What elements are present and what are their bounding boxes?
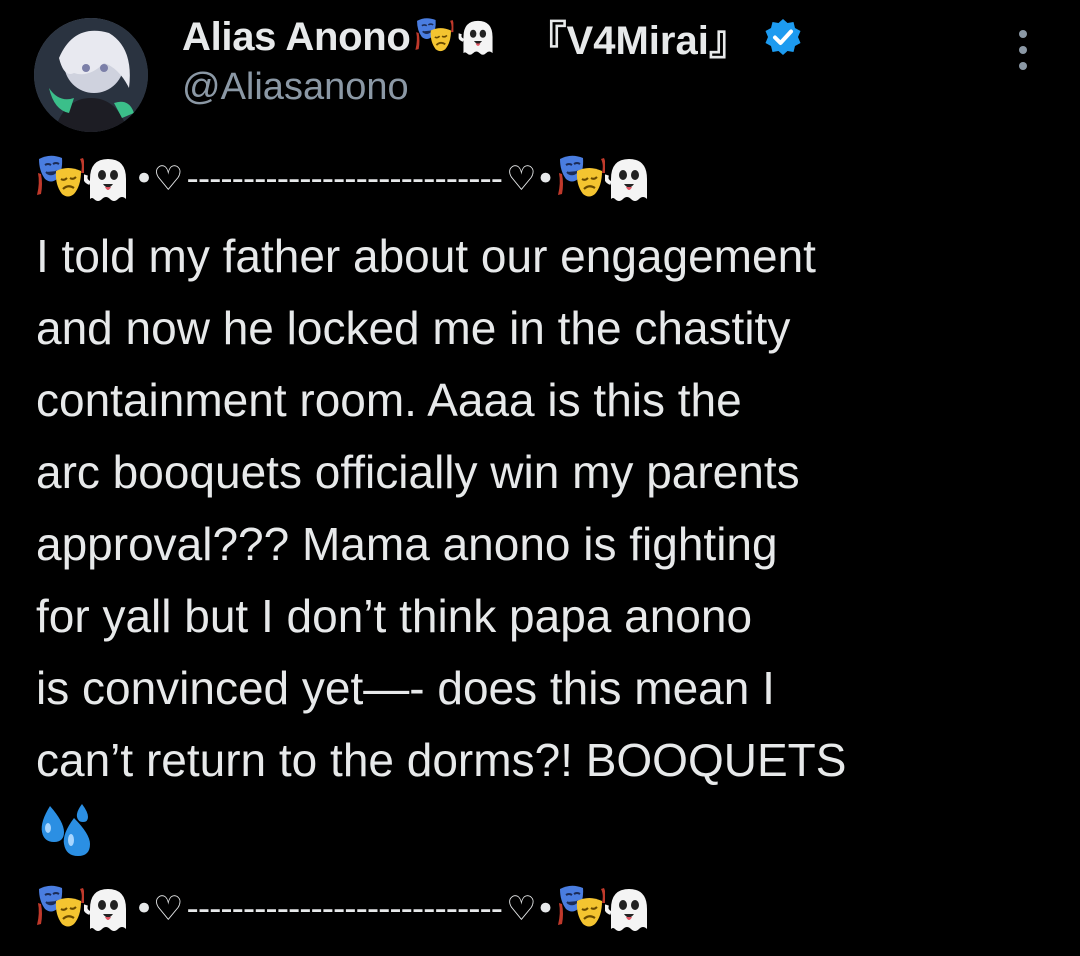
post-text-line: arc booquets officially win my parents (36, 446, 800, 498)
decorative-divider-top: •♡ ---------------------------- ♡• (36, 150, 653, 208)
post-text-line: containment room. Aaaa is this the (36, 374, 742, 426)
post-text-line: for yall but I don’t think papa anono (36, 590, 753, 642)
performing-arts-emoji (413, 16, 455, 58)
post-text-line: and now he locked me in the chastity (36, 302, 791, 354)
ghost-emoji (457, 16, 499, 58)
post-text: I told my father about our engagement an… (36, 220, 1046, 796)
divider-left-separator: •♡ (134, 159, 184, 199)
decorative-divider-bottom: •♡ ---------------------------- ♡• (36, 880, 653, 938)
ghost-emoji (605, 153, 653, 205)
sweat-droplets-emoji (36, 802, 96, 860)
post-text-line: approval??? Mama anono is fighting (36, 518, 778, 570)
performing-arts-emoji (557, 153, 605, 205)
divider-right-separator: ♡• (506, 159, 556, 199)
ghost-emoji (605, 883, 653, 935)
divider-left-separator: •♡ (134, 889, 184, 929)
performing-arts-emoji (557, 883, 605, 935)
post-text-line: can’t return to the dorms?! BOOQUETS (36, 734, 847, 786)
more-options-button[interactable] (1008, 30, 1038, 70)
post-text-line: I told my father about our engagement (36, 230, 816, 282)
more-dot (1019, 30, 1027, 38)
avatar-image (34, 18, 148, 132)
divider-dashes: ---------------------------- (186, 889, 504, 929)
name-row[interactable]: Alias Anono 『V4Mirai』 (182, 12, 803, 63)
author-handle[interactable]: @Aliasanono (182, 66, 409, 109)
verified-badge-icon[interactable] (763, 17, 803, 57)
ghost-emoji (84, 883, 132, 935)
display-name[interactable]: Alias Anono (182, 15, 411, 60)
avatar[interactable] (34, 18, 148, 132)
name-tag: 『V4Mirai』 (526, 19, 749, 63)
post-header: Alias Anono 『V4Mirai』 @Aliasanono (0, 0, 1080, 140)
performing-arts-emoji (36, 153, 84, 205)
more-dot (1019, 62, 1027, 70)
post-text-line: is convinced yet—- does this mean I (36, 662, 775, 714)
more-dot (1019, 46, 1027, 54)
performing-arts-emoji (36, 883, 84, 935)
ghost-emoji (84, 153, 132, 205)
divider-dashes: ---------------------------- (186, 159, 504, 199)
divider-right-separator: ♡• (506, 889, 556, 929)
